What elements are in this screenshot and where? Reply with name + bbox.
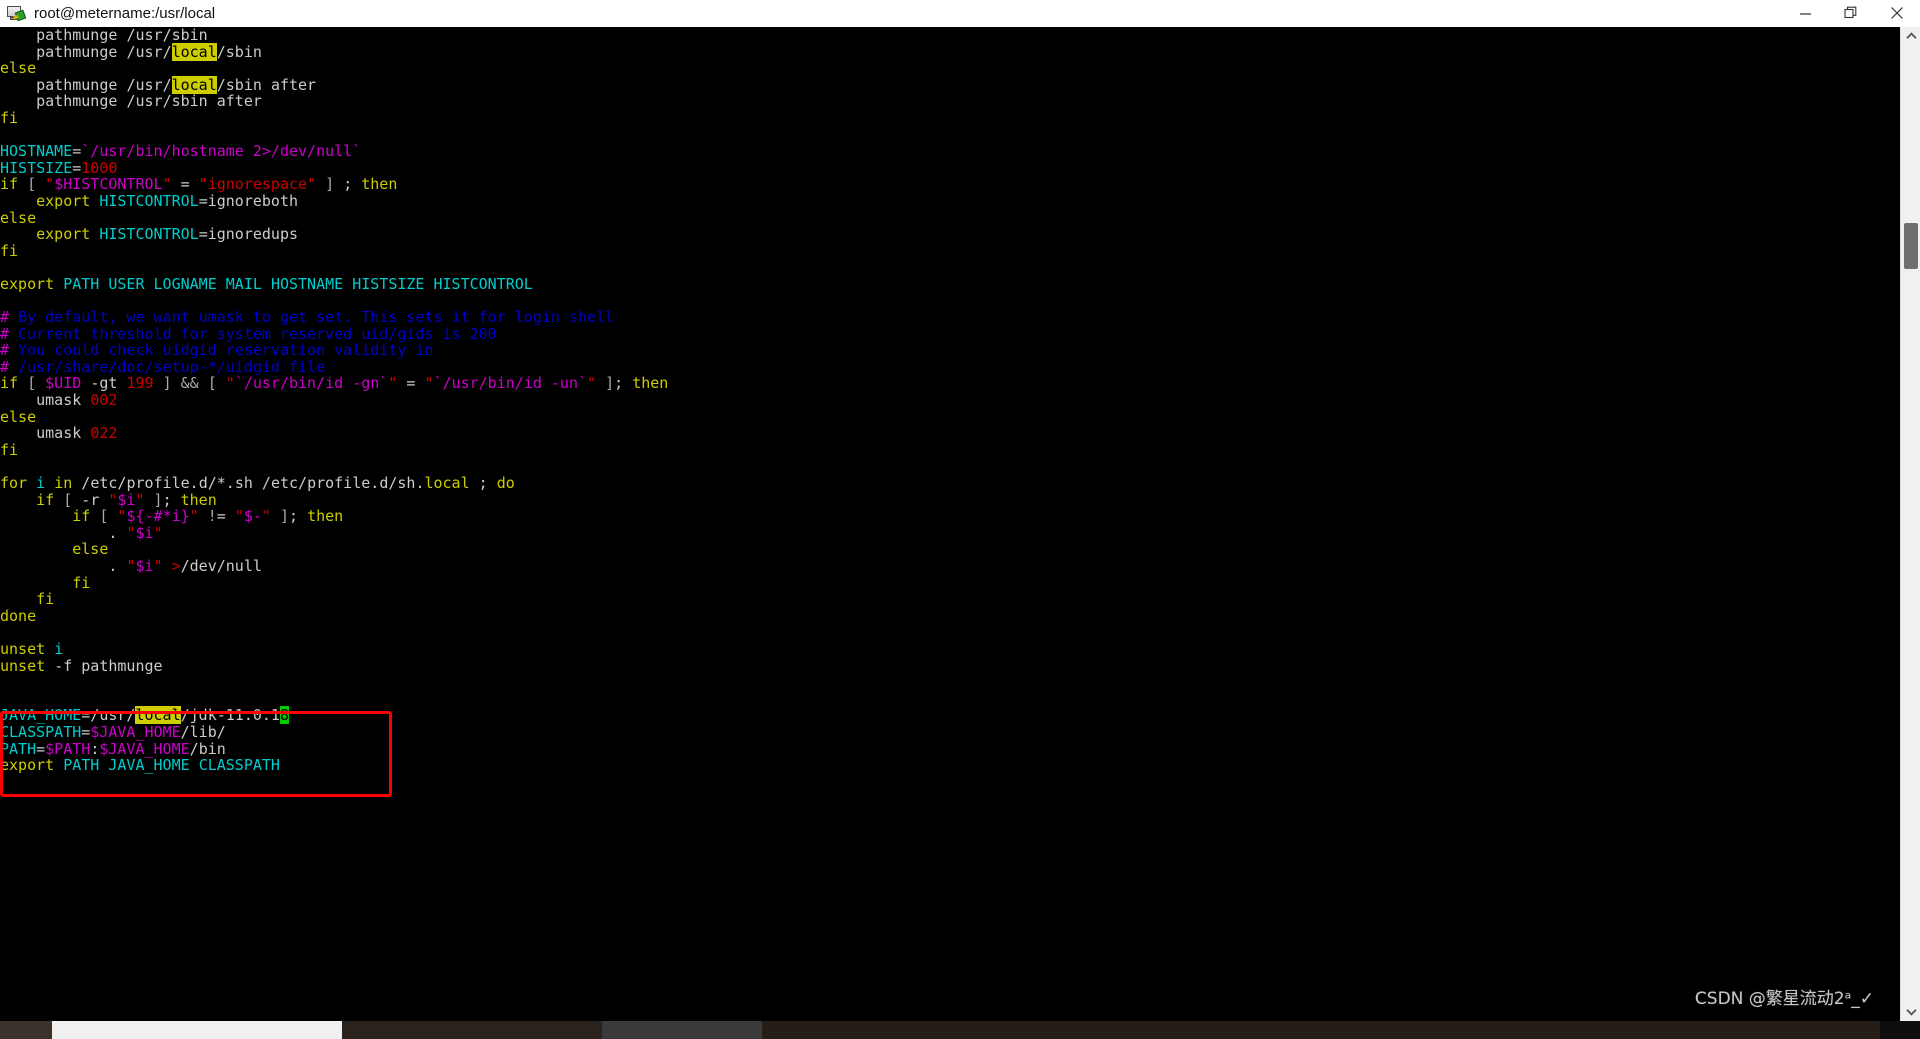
terminal-line: if [ -r "$i" ]; then (36, 490, 217, 509)
vertical-scrollbar-thumb[interactable] (1904, 223, 1918, 269)
terminal-line: pathmunge /usr/sbin after (36, 92, 262, 111)
terminal-line: fi (72, 573, 91, 592)
minimize-button[interactable] (1782, 0, 1828, 27)
taskbar-segment-mid[interactable] (342, 1021, 602, 1039)
terminal-line: export PATH USER LOGNAME MAIL HOSTNAME H… (0, 274, 533, 293)
terminal-line: umask 002 (36, 391, 118, 410)
terminal-line: HISTSIZE=1000 (0, 158, 118, 177)
terminal-line: pathmunge /usr/local/sbin after (36, 75, 317, 94)
terminal-line: export HISTCONTROL=ignoreboth (36, 191, 299, 210)
terminal-line: fi (0, 241, 19, 260)
taskbar-segment-highlight[interactable] (602, 1021, 762, 1039)
terminal-line: JAVA_HOME=/usr/local/jdk-11.0.18 (0, 706, 289, 725)
terminal-line: . "$i" >/dev/null (108, 557, 262, 575)
scroll-down-arrow-icon[interactable] (1901, 1003, 1920, 1021)
terminal-line: if [ "${-#*i}" != "$-" ]; then (72, 507, 344, 526)
terminal-putty-icon (6, 3, 27, 23)
terminal-window: root@metername:/usr/local pathmunge /usr (0, 0, 1920, 1039)
terminal-line: if [ $UID -gt 199 ] && [ "`/usr/bin/id -… (0, 374, 669, 393)
terminal-line: # /usr/share/doc/setup-*/uidgid file (0, 357, 326, 376)
terminal-line: unset -f pathmunge (0, 656, 163, 675)
terminal-line: else (72, 540, 109, 559)
maximize-restore-icon[interactable] (1828, 0, 1874, 27)
terminal-line: done (0, 606, 37, 625)
terminal-line: fi (0, 108, 19, 127)
terminal-line: for i in /etc/profile.d/*.sh /etc/profil… (0, 474, 515, 493)
vertical-scrollbar[interactable] (1900, 27, 1920, 1021)
taskbar-segment-start[interactable] (0, 1021, 52, 1039)
window-title: root@metername:/usr/local (34, 4, 216, 22)
scroll-up-arrow-icon[interactable] (1901, 27, 1920, 45)
terminal-line: # You could check uidgid reservation val… (0, 341, 434, 360)
terminal-line: PATH=$PATH:$JAVA_HOME/bin (0, 739, 226, 758)
terminal-line: pathmunge /usr/sbin (36, 27, 208, 44)
terminal-line: export HISTCONTROL=ignoredups (36, 225, 299, 244)
terminal-line: export PATH JAVA_HOME CLASSPATH (0, 756, 280, 775)
terminal-line: # Current threshold for system reserved … (0, 324, 497, 343)
csdn-watermark: CSDN @繁星流动2ᵃ_✓ (1694, 989, 1874, 1009)
terminal-line: else (0, 59, 37, 78)
taskbar-tray[interactable] (1880, 1021, 1920, 1039)
window-controls (1782, 0, 1920, 27)
terminal-line: fi (36, 590, 55, 609)
terminal-text-buffer: pathmunge /usr/sbin pathmunge /usr/local… (0, 27, 668, 774)
taskbar-segment-end[interactable] (762, 1021, 1880, 1039)
terminal-line: . "$i" (108, 523, 163, 542)
horizontal-scrollbar-thumb[interactable] (52, 1021, 342, 1039)
terminal-line: # By default, we want umask to get set. … (0, 308, 615, 327)
terminal-line: pathmunge /usr/local/sbin (36, 42, 262, 61)
terminal-line: umask 022 (36, 424, 118, 443)
close-icon[interactable] (1874, 0, 1920, 27)
terminal-line: else (0, 208, 37, 227)
terminal-line: CLASSPATH=$JAVA_HOME/lib/ (0, 722, 226, 741)
terminal-line: unset i (0, 639, 64, 658)
window-titlebar[interactable]: root@metername:/usr/local (0, 0, 1920, 27)
desktop-taskbar[interactable] (0, 1021, 1920, 1039)
terminal-line: fi (0, 440, 19, 459)
terminal-line: HOSTNAME=`/usr/bin/hostname 2>/dev/null` (0, 142, 362, 161)
terminal-screen[interactable]: pathmunge /usr/sbin pathmunge /usr/local… (0, 27, 1900, 1021)
terminal-line: else (0, 407, 37, 426)
terminal-line: if [ "$HISTCONTROL" = "ignorespace" ] ; … (0, 175, 398, 194)
